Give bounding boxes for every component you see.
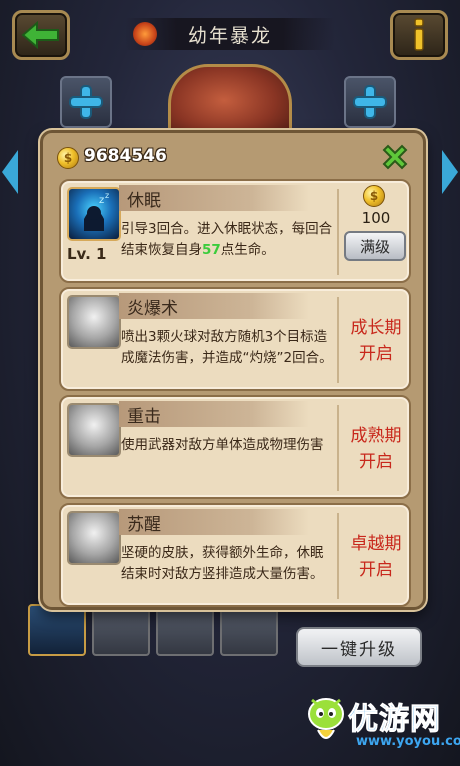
prev-arrow-icon[interactable] <box>2 150 18 194</box>
heal-amount: 57 <box>202 242 221 258</box>
skill-name: 苏醒 <box>127 515 161 535</box>
mascot-logo-icon <box>308 698 344 739</box>
equip-slot-right[interactable] <box>344 76 396 128</box>
heavy-strike-skill-icon[interactable] <box>67 403 121 457</box>
skill-description: 喷出3颗火球对敌方随机3个目标造成魔法伤害，并造成“灼烧”2回合。 <box>121 329 333 366</box>
unlock-requirement: 成熟期 开启 <box>350 426 402 472</box>
divider <box>337 405 339 491</box>
skill-level: Lv. 1 <box>67 245 107 263</box>
unlock-requirement: 卓越期 开启 <box>350 534 402 580</box>
skill-modal: $ 9684546 z z 休眠 引导3回合。进入休眠状态，每回合结束恢复自身5… <box>40 130 426 610</box>
coin-icon: $ <box>57 147 79 169</box>
skill-description: 坚硬的皮肤，获得额外生命，休眠结束时对敌方竖排造成大量伤害。 <box>121 545 324 582</box>
svg-text:z: z <box>105 191 109 200</box>
close-button[interactable] <box>379 141 411 173</box>
skill-name: 炎爆术 <box>127 299 178 319</box>
skill-card: 炎爆术 喷出3颗火球对敌方随机3个目标造成魔法伤害，并造成“灼烧”2回合。 成长… <box>59 287 411 391</box>
upgrade-cost: 100 <box>361 209 391 227</box>
info-icon <box>414 18 424 51</box>
skill-card: z z 休眠 引导3回合。进入休眠状态，每回合结束恢复自身57点生命。 Lv. … <box>59 179 411 283</box>
info-button[interactable] <box>390 10 448 60</box>
fireball-skill-icon[interactable] <box>67 295 121 349</box>
close-icon <box>382 144 408 170</box>
coin-icon: $ <box>363 185 385 207</box>
divider <box>337 297 339 383</box>
plus-icon <box>355 87 385 117</box>
skill-card: 苏醒 坚硬的皮肤，获得额外生命，休眠结束时对敌方竖排造成大量伤害。 卓越期 开启 <box>59 503 411 607</box>
back-button[interactable] <box>12 10 70 60</box>
plus-icon <box>71 87 101 117</box>
sleep-skill-icon[interactable]: z z <box>67 187 121 241</box>
bottom-skill-slot[interactable] <box>220 604 278 656</box>
next-arrow-icon[interactable] <box>442 150 458 194</box>
back-arrow-icon <box>21 20 59 50</box>
upgrade-all-button[interactable]: 一键升级 <box>296 627 422 667</box>
unlock-requirement: 成长期 开启 <box>350 318 402 364</box>
skill-name: 休眠 <box>127 191 161 211</box>
skill-description: 引导3回合。进入休眠状态，每回合结束恢复自身57点生命。 <box>121 221 333 258</box>
gold-amount: 9684546 <box>84 146 167 166</box>
skill-card: 重击 使用武器对敌方单体造成物理伤害 成熟期 开启 <box>59 395 411 499</box>
title-bar: 幼年暴龙 <box>125 18 335 50</box>
svg-text:z: z <box>99 195 104 206</box>
watermark-name: 优游网 <box>348 702 441 738</box>
equip-slot-left[interactable] <box>60 76 112 128</box>
bottom-skill-slot[interactable] <box>92 604 150 656</box>
divider <box>337 189 339 275</box>
page-title: 幼年暴龙 <box>187 24 272 47</box>
skill-description: 使用武器对敌方单体造成物理伤害 <box>121 437 324 453</box>
bottom-skill-slot[interactable] <box>28 604 86 656</box>
fire-element-icon <box>133 22 157 46</box>
zzz-icon: z z <box>84 191 109 231</box>
divider <box>337 513 339 599</box>
max-level-button[interactable]: 满级 <box>344 231 406 261</box>
skill-name: 重击 <box>127 407 161 427</box>
watermark-logo: 优游网 www.yoyou.com <box>304 690 460 756</box>
awaken-skill-icon[interactable] <box>67 511 121 565</box>
bottom-skill-bar <box>28 604 290 656</box>
watermark-url: www.yoyou.com <box>356 734 460 749</box>
bottom-skill-slot[interactable] <box>156 604 214 656</box>
